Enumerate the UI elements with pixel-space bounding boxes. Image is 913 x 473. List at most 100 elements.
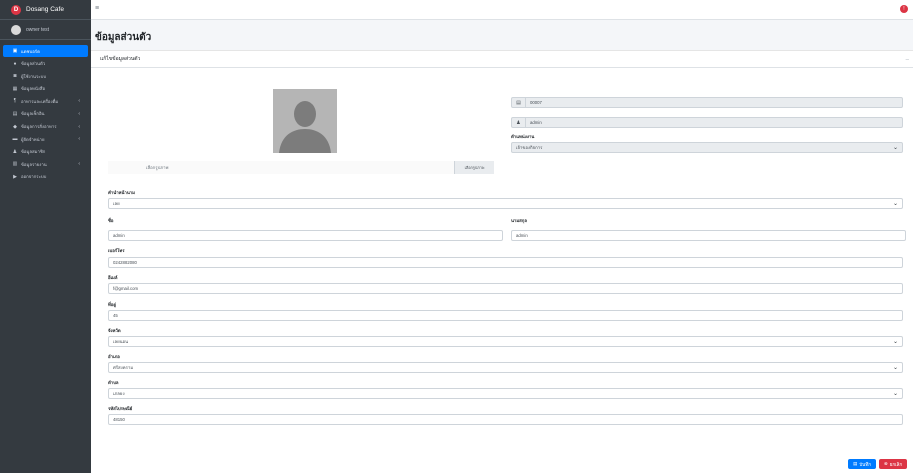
sidebar-item-label: ข้อมูลรายงาน xyxy=(21,161,47,167)
postcode-value: 48150 xyxy=(113,417,125,422)
photo-file-input[interactable]: เลือกรูปภาพ เลือกรูปภาพ xyxy=(108,161,494,174)
id-card-icon: ▤ xyxy=(512,98,526,107)
user-icon: ♟ xyxy=(512,118,526,127)
avatar-placeholder-icon xyxy=(273,89,337,153)
prefix-value: เลย xyxy=(113,201,120,206)
save-icon: ▤ xyxy=(853,461,858,466)
brand-name: Dosang Cafe xyxy=(26,6,64,13)
browse-button[interactable]: เลือกรูปภาพ xyxy=(454,161,494,174)
card-header: แก้ไขข้อมูลส่วนตัว – xyxy=(91,51,913,68)
province-label: จังหวัด xyxy=(108,328,121,333)
sidebar-item-8[interactable]: ♟ ข้อมูลสมาชิก xyxy=(3,146,88,158)
subdistrict-select[interactable]: เภลยง ⌄ xyxy=(108,388,903,399)
sidebar-item-label: ข้อมูลส่วนตัว xyxy=(21,61,46,67)
sidebar-item-2[interactable]: ◙ ผู้ใช้งานระบบ xyxy=(3,70,88,82)
sidebar-item-label: ข้อมูลการสั่งอาหาร xyxy=(21,124,57,130)
address-value: 45 xyxy=(113,313,118,318)
brand-logo-icon: D xyxy=(11,4,21,15)
page-title: ข้อมูลส่วนตัว xyxy=(95,32,152,43)
username-field: ♟ admin xyxy=(511,117,903,128)
chevron-down-icon: ⌄ xyxy=(892,145,898,151)
chevron-down-icon: ⌄ xyxy=(892,339,898,345)
food-icon: ¶ xyxy=(13,98,17,105)
table-icon: ▦ xyxy=(12,85,18,92)
district-select[interactable]: ศรีสงคราม ⌄ xyxy=(108,362,903,373)
logout-icon: ▶ xyxy=(13,173,17,180)
sidebar-item-0[interactable]: ▣ แดชบอร์ด xyxy=(3,45,88,57)
district-value: ศรีสงคราม xyxy=(113,365,134,370)
chevron-down-icon: ⌄ xyxy=(892,201,898,207)
postcode-label: รหัสไปรษณีย์ xyxy=(108,406,133,411)
cancel-button[interactable]: ⊗ ยกเลิก xyxy=(879,459,907,469)
sidebar-item-label: ข้อมูลเช็กอิน xyxy=(21,111,45,117)
email-label: อีเมล์ xyxy=(108,275,118,280)
member-id-value: 00007 xyxy=(530,100,542,105)
address-input[interactable]: 45 xyxy=(108,310,903,321)
first-name-label: ชื่อ xyxy=(108,218,114,223)
last-name-value: admin xyxy=(516,233,528,238)
chevron-left-icon: ‹ xyxy=(78,161,80,168)
sidebar-item-6[interactable]: ◆ ข้อมูลการสั่งอาหาร ‹ xyxy=(3,121,88,133)
hamburger-menu-icon[interactable]: ≡ xyxy=(95,5,99,12)
district-label: อำเภอ xyxy=(108,354,120,359)
person-icon: ♟ xyxy=(12,148,18,155)
sidebar-item-4[interactable]: ¶ อาหารและเครื่องดื่ม ‹ xyxy=(3,95,88,107)
province-value: เลยนอน xyxy=(113,339,129,344)
prefix-select[interactable]: เลย ⌄ xyxy=(108,198,903,209)
profile-photo xyxy=(273,89,337,153)
chevron-left-icon: ‹ xyxy=(78,123,80,130)
sidebar-item-label: อาหารและเครื่องดื่ม xyxy=(21,98,59,104)
collapse-icon[interactable]: – xyxy=(906,57,909,63)
users-icon: ◙ xyxy=(13,73,17,80)
file-placeholder: เลือกรูปภาพ xyxy=(146,165,169,170)
province-select[interactable]: เลยนอน ⌄ xyxy=(108,336,903,347)
position-select[interactable]: เจ้าของกิจการ ⌄ xyxy=(511,142,903,153)
postcode-input[interactable]: 48150 xyxy=(108,414,903,425)
list-icon: ▤ xyxy=(12,110,18,117)
subdistrict-value: เภลยง xyxy=(113,391,125,396)
user-circle-icon: ● xyxy=(13,60,17,67)
brand[interactable]: D Dosang Cafe xyxy=(0,0,91,20)
first-name-input[interactable]: admin xyxy=(108,230,503,241)
save-label: บันทึก xyxy=(859,461,871,467)
user-panel[interactable]: owner test xyxy=(0,20,91,40)
address-label: ที่อยู่ xyxy=(108,302,116,307)
main-content: ข้อมูลส่วนตัว แก้ไขข้อมูลส่วนตัว – เลือก… xyxy=(91,20,913,473)
chart-icon: ▥ xyxy=(12,161,18,168)
sidebar-item-5[interactable]: ▤ ข้อมูลเช็กอิน ‹ xyxy=(3,108,88,120)
email-value: f@gmail.com xyxy=(113,286,139,291)
sidebar-item-label: ข้อมูลหนังสือ xyxy=(21,86,46,92)
user-name: owner test xyxy=(26,26,50,33)
first-name-value: admin xyxy=(113,233,125,238)
save-button[interactable]: ▤ บันทึก xyxy=(848,459,876,469)
phone-input[interactable]: 0242882080 xyxy=(108,257,903,268)
cancel-icon: ⊗ xyxy=(883,461,888,466)
last-name-input[interactable]: admin xyxy=(511,230,906,241)
sidebar-item-1[interactable]: ● ข้อมูลส่วนตัว xyxy=(3,58,88,70)
username-value: admin xyxy=(530,120,542,125)
notification-icon[interactable]: ! xyxy=(900,5,908,13)
sidebar-item-7[interactable]: ▬ ผู้จัดจำหน่าย ‹ xyxy=(3,133,88,145)
truck-icon: ▬ xyxy=(12,136,18,143)
topbar: ≡ ! xyxy=(91,0,913,20)
sidebar-item-3[interactable]: ▦ ข้อมูลหนังสือ xyxy=(3,83,88,95)
sidebar-item-9[interactable]: ▥ ข้อมูลรายงาน ‹ xyxy=(3,158,88,170)
sidebar-item-label: ผู้จัดจำหน่าย xyxy=(21,136,45,142)
bag-icon: ◆ xyxy=(13,123,17,130)
prefix-label: คำนำหน้านาม xyxy=(108,190,136,195)
sidebar-item-10[interactable]: ▶ ออกจากระบบ xyxy=(3,171,88,183)
phone-value: 0242882080 xyxy=(113,260,137,265)
email-input[interactable]: f@gmail.com xyxy=(108,283,903,294)
sidebar-item-label: ผู้ใช้งานระบบ xyxy=(21,73,47,79)
chevron-left-icon: ‹ xyxy=(78,98,80,105)
dashboard-icon: ▣ xyxy=(12,48,18,54)
chevron-down-icon: ⌄ xyxy=(892,365,898,371)
card-title: แก้ไขข้อมูลส่วนตัว xyxy=(100,56,141,62)
chevron-down-icon: ⌄ xyxy=(892,391,898,397)
cancel-label: ยกเลิก xyxy=(889,461,903,467)
member-id-field: ▤ 00007 xyxy=(511,97,903,108)
sidebar-nav: ▣ แดชบอร์ด ● ข้อมูลส่วนตัว ◙ ผู้ใช้งานระบบ ▦ ข้… xyxy=(0,40,91,189)
position-label: ตำแหน่งงาน xyxy=(511,134,535,139)
position-value: เจ้าของกิจการ xyxy=(516,145,543,150)
sidebar: D Dosang Cafe owner test ▣ แดชบอร์ด ● ข้อมู… xyxy=(0,0,91,473)
